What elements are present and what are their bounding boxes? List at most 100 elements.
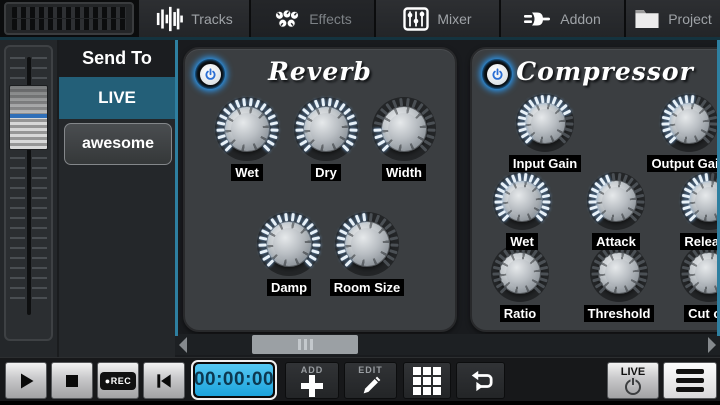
knob-label: Attack bbox=[592, 233, 640, 250]
plug-icon bbox=[524, 9, 552, 29]
scrollbar-thumb[interactable] bbox=[252, 335, 358, 354]
sidebar: Send To LIVE awesome bbox=[0, 40, 175, 357]
skip-back-icon bbox=[154, 371, 174, 391]
tab-addon[interactable]: Addon bbox=[501, 0, 624, 37]
knob-dial bbox=[335, 212, 399, 276]
live-mode-button[interactable]: LIVE bbox=[607, 362, 659, 399]
panel-title: Compressor bbox=[472, 57, 720, 86]
tab-label: Tracks bbox=[191, 11, 232, 27]
knob-ratio[interactable]: Ratio bbox=[478, 244, 562, 322]
knob-dial bbox=[680, 172, 720, 230]
logo-grille-icon bbox=[12, 7, 126, 18]
knob-label: Room Size bbox=[330, 279, 404, 296]
knob-damp[interactable]: Damp bbox=[247, 212, 331, 296]
tab-mixer[interactable]: Mixer bbox=[376, 0, 499, 37]
knob-label: Input Gain bbox=[509, 155, 581, 172]
live-label: LIVE bbox=[621, 366, 645, 378]
knob-threshold[interactable]: Threshold bbox=[577, 244, 661, 322]
edit-label: EDIT bbox=[358, 365, 383, 375]
scroll-right-arrow-icon[interactable] bbox=[708, 337, 716, 353]
volume-fader[interactable] bbox=[4, 45, 53, 341]
effects-scrollbar[interactable] bbox=[175, 334, 720, 355]
knob-attack[interactable]: Attack bbox=[574, 172, 658, 250]
top-bar: Tracks Effects Mixer bbox=[0, 0, 720, 37]
knob-dry[interactable]: Dry bbox=[284, 97, 368, 181]
knob-dial bbox=[215, 97, 279, 161]
effect-panel-reverb: Reverb Wet Dry Width Damp Room Size bbox=[183, 47, 457, 332]
knob-label: Threshold bbox=[584, 305, 655, 322]
stop-button[interactable] bbox=[51, 362, 93, 399]
send-to-menu: Send To LIVE awesome bbox=[57, 40, 175, 357]
app-logo bbox=[4, 2, 134, 35]
folder-icon bbox=[634, 8, 660, 29]
stop-icon bbox=[63, 372, 81, 390]
edit-button[interactable]: EDIT bbox=[344, 362, 397, 399]
power-icon bbox=[625, 379, 641, 395]
knob-label: Release bbox=[680, 233, 720, 250]
menu-item-awesome[interactable]: awesome bbox=[64, 123, 172, 165]
grid-view-button[interactable] bbox=[403, 362, 451, 399]
knob-label: Wet bbox=[231, 164, 263, 181]
tab-tracks[interactable]: Tracks bbox=[139, 0, 249, 37]
knob-label: Dry bbox=[311, 164, 341, 181]
knob-output-gain[interactable]: Output Gain bbox=[647, 94, 720, 172]
add-button[interactable]: ADD bbox=[285, 362, 339, 399]
knob-comp-wet[interactable]: Wet bbox=[480, 172, 564, 250]
knobs-icon bbox=[273, 9, 301, 29]
effects-area: Reverb Wet Dry Width Damp Room Size C bbox=[175, 40, 720, 357]
time-display[interactable]: 00:00:00 bbox=[191, 360, 277, 400]
loop-button[interactable] bbox=[456, 362, 505, 399]
tab-label: Effects bbox=[309, 11, 352, 27]
knob-label: Cut off bbox=[684, 305, 720, 322]
knob-label: Width bbox=[382, 164, 426, 181]
fader-handle-line bbox=[10, 114, 47, 118]
tab-project[interactable]: Project bbox=[626, 0, 720, 37]
knob-dial bbox=[680, 244, 720, 302]
knob-dial bbox=[491, 244, 549, 302]
knob-dial bbox=[294, 97, 358, 161]
knob-input-gain[interactable]: Input Gain bbox=[503, 94, 587, 172]
knob-wet[interactable]: Wet bbox=[205, 97, 289, 181]
knob-cut-off[interactable]: Cut off bbox=[667, 244, 720, 322]
transport-bar: ●REC 00:00:00 ADD EDIT LIVE bbox=[0, 357, 720, 401]
knob-label: Damp bbox=[267, 279, 311, 296]
knob-width[interactable]: Width bbox=[362, 97, 446, 181]
tab-effects[interactable]: Effects bbox=[251, 0, 374, 37]
send-to-header: Send To bbox=[59, 40, 175, 77]
knob-label: Ratio bbox=[500, 305, 541, 322]
menu-button[interactable] bbox=[663, 362, 717, 399]
fader-handle[interactable] bbox=[9, 85, 48, 150]
effect-panel-compressor: Compressor Input Gain Output Gain Wet At… bbox=[470, 47, 720, 332]
knob-dial bbox=[257, 212, 321, 276]
tab-label: Mixer bbox=[437, 11, 471, 27]
scroll-left-arrow-icon[interactable] bbox=[179, 337, 187, 353]
logo-grille-icon bbox=[12, 19, 126, 30]
tab-label: Project bbox=[668, 11, 712, 27]
go-to-start-button[interactable] bbox=[143, 362, 185, 399]
tab-label: Addon bbox=[560, 11, 600, 27]
knob-room-size[interactable]: Room Size bbox=[325, 212, 409, 296]
grid-icon bbox=[413, 367, 441, 395]
loop-icon bbox=[467, 369, 495, 393]
knob-label: Wet bbox=[506, 233, 538, 250]
pencil-icon bbox=[360, 375, 382, 397]
scroll-edge-glow-left bbox=[175, 40, 178, 336]
panel-title: Reverb bbox=[185, 57, 455, 86]
knob-dial bbox=[516, 94, 574, 152]
knob-release[interactable]: Release bbox=[667, 172, 720, 250]
record-button[interactable]: ●REC bbox=[97, 362, 139, 399]
rec-icon: ●REC bbox=[100, 372, 136, 390]
knob-label: Output Gain bbox=[647, 155, 720, 172]
knob-dial bbox=[372, 97, 436, 161]
hamburger-icon bbox=[676, 369, 704, 392]
knob-dial bbox=[660, 94, 718, 152]
waveform-icon bbox=[155, 6, 183, 32]
plus-icon bbox=[301, 375, 323, 397]
time-value: 00:00:00 bbox=[195, 364, 273, 396]
play-icon bbox=[16, 371, 36, 391]
play-button[interactable] bbox=[5, 362, 47, 399]
add-label: ADD bbox=[301, 365, 324, 375]
menu-item-live[interactable]: LIVE bbox=[59, 77, 175, 119]
knob-dial bbox=[590, 244, 648, 302]
bottom-edge bbox=[0, 401, 720, 405]
